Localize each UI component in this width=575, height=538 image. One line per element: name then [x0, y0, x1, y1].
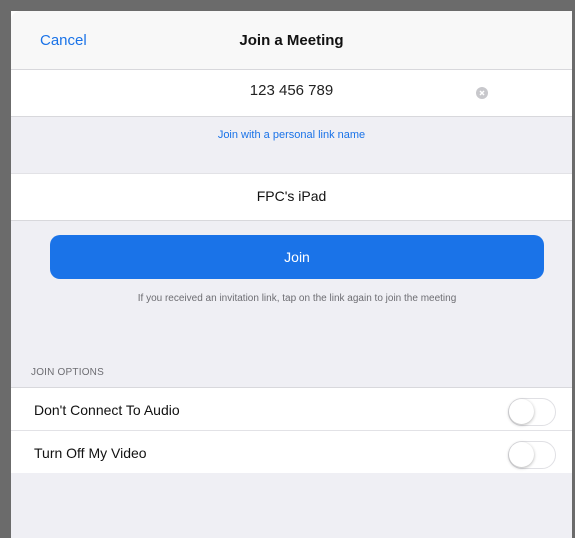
toggle-knob [509, 442, 534, 467]
device-frame-left [0, 0, 11, 538]
invitation-hint: If you received an invitation link, tap … [137, 293, 457, 304]
turn-off-video-toggle[interactable] [508, 441, 556, 469]
join-meeting-sheet: Cancel Join a Meeting Join with a person… [11, 11, 572, 538]
device-frame-top [0, 0, 575, 11]
personal-link-name-link[interactable]: Join with a personal link name [11, 129, 572, 141]
join-button[interactable]: Join [50, 235, 544, 279]
join-options-list: Don't Connect To Audio Turn Off My Video [11, 387, 572, 473]
option-label: Don't Connect To Audio [34, 402, 180, 418]
dont-connect-audio-toggle[interactable] [508, 398, 556, 426]
option-label: Turn Off My Video [34, 445, 147, 461]
navigation-bar: Cancel Join a Meeting [11, 11, 572, 70]
option-row-dont-connect-audio: Don't Connect To Audio [11, 388, 572, 431]
screen: Cancel Join a Meeting Join with a person… [0, 0, 575, 538]
join-options-header: JOIN OPTIONS [31, 367, 104, 378]
clear-circle-icon[interactable] [476, 87, 488, 99]
display-name-input[interactable] [11, 188, 572, 204]
page-title: Join a Meeting [239, 32, 344, 49]
option-row-turn-off-video: Turn Off My Video [11, 431, 572, 473]
display-name-row [11, 173, 572, 221]
meeting-id-row [11, 70, 572, 117]
toggle-knob [509, 399, 534, 424]
